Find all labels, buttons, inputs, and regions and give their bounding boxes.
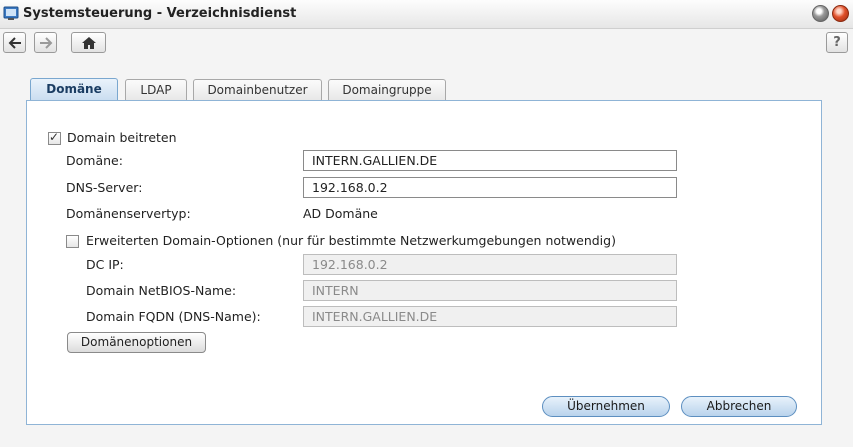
minimize-button[interactable] <box>812 5 829 22</box>
tab-ldap[interactable]: LDAP <box>125 79 187 100</box>
domain-input[interactable]: INTERN.GALLIEN.DE <box>303 150 677 171</box>
cancel-button[interactable]: Abbrechen <box>681 396 797 417</box>
fqdn-input[interactable]: INTERN.GALLIEN.DE <box>303 306 677 327</box>
title-bar: Systemsteuerung - Verzeichnisdienst <box>0 0 853 29</box>
domain-options-button[interactable]: Domänenoptionen <box>67 332 206 353</box>
advanced-options-checkbox[interactable] <box>66 235 79 248</box>
server-type-label: Domänenservertyp: <box>66 206 191 221</box>
netbios-label: Domain NetBIOS-Name: <box>86 283 237 298</box>
server-type-value: AD Domäne <box>303 206 378 221</box>
apply-button[interactable]: Übernehmen <box>542 396 670 417</box>
home-icon <box>81 36 96 49</box>
settings-panel: Domain beitreten Domäne: INTERN.GALLIEN.… <box>26 100 822 425</box>
domain-label: Domäne: <box>66 153 123 168</box>
fqdn-label: Domain FQDN (DNS-Name): <box>86 309 261 324</box>
advanced-options-label: Erweiterten Domain-Optionen (nur für bes… <box>86 233 616 248</box>
arrow-left-icon <box>8 36 21 49</box>
home-button[interactable] <box>71 32 106 53</box>
dc-ip-label: DC IP: <box>86 257 124 272</box>
close-button[interactable] <box>832 5 849 22</box>
dc-ip-input[interactable]: 192.168.0.2 <box>303 254 677 275</box>
tab-domain-group[interactable]: Domaingruppe <box>328 79 446 100</box>
toolbar: ? <box>0 29 853 58</box>
window-title: Systemsteuerung - Verzeichnisdienst <box>23 6 297 21</box>
join-domain-checkbox[interactable] <box>48 130 61 145</box>
tab-domain-users[interactable]: Domainbenutzer <box>193 79 322 100</box>
netbios-input[interactable]: INTERN <box>303 280 677 301</box>
forward-button[interactable] <box>34 32 57 53</box>
join-domain-label: Domain beitreten <box>67 130 177 145</box>
dns-server-input[interactable]: 192.168.0.2 <box>303 177 677 198</box>
dns-server-label: DNS-Server: <box>66 180 143 195</box>
help-button[interactable]: ? <box>826 32 848 53</box>
back-button[interactable] <box>3 32 26 53</box>
tab-domain[interactable]: Domäne <box>30 78 118 101</box>
arrow-right-icon <box>39 36 52 49</box>
control-panel-icon <box>3 6 19 20</box>
